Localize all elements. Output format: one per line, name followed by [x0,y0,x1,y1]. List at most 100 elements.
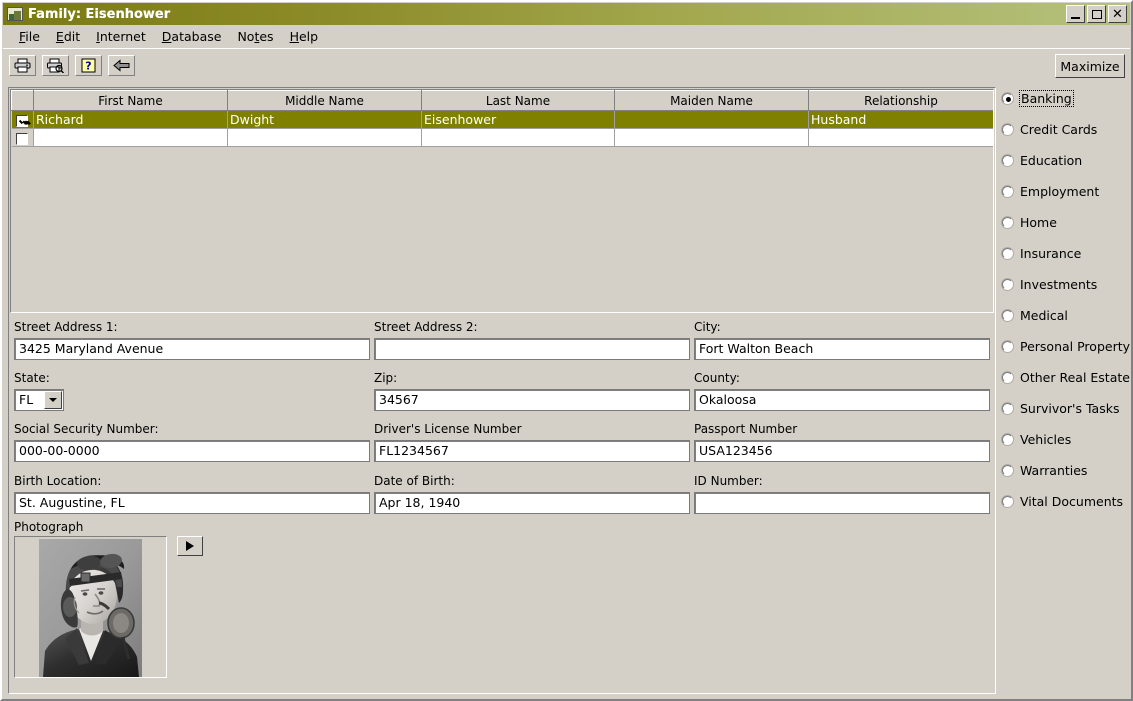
print-preview-icon [47,58,64,73]
radio-icon[interactable] [1002,371,1013,383]
street-address-2-label: Street Address 2: [374,320,478,334]
cell-relationship[interactable] [808,128,993,147]
drivers-license-input[interactable]: FL1234567 [374,440,690,462]
menu-file-rest: ile [25,28,40,44]
cell-middle-name[interactable]: Dwight [227,110,422,129]
radio-icon[interactable] [1002,402,1013,414]
cell-last-name[interactable]: Eisenhower [421,110,615,129]
category-credit-cards[interactable]: Credit Cards [1002,121,1132,137]
column-header-maiden-name[interactable]: Maiden Name [614,90,809,111]
id-number-input[interactable] [694,492,990,514]
column-header-relationship[interactable]: Relationship [808,90,993,111]
family-members-table: First Name Middle Name Last Name Maiden … [11,90,993,165]
menu-internet[interactable]: Internet [88,27,154,46]
birth-location-input[interactable]: St. Augustine, FL [14,492,370,514]
cell-last-name[interactable] [421,128,615,147]
print-button[interactable] [9,54,36,76]
county-input[interactable]: Okaloosa [694,389,990,411]
row-checkbox[interactable] [16,132,29,145]
window-title: Family: Eisenhower [28,6,171,22]
street-address-2-input[interactable] [374,338,690,360]
select-all-header[interactable] [11,90,34,111]
table-row[interactable]: Richard Dwight Eisenhower Husband [11,110,993,129]
radio-icon[interactable] [1002,278,1013,290]
maximize-icon [1091,9,1102,19]
radio-icon[interactable] [1002,154,1013,166]
social-security-number-label: Social Security Number: [14,422,159,436]
menu-help[interactable]: Help [282,27,327,46]
minimize-button[interactable] [1066,5,1085,23]
category-banking[interactable]: Banking [1002,89,1132,107]
title-bar: Family: Eisenhower ✕ [3,3,1130,25]
maximize-restore-button[interactable] [1087,5,1106,23]
menu-internet-rest: nternet [99,28,146,44]
cell-maiden-name[interactable] [614,110,809,129]
menu-edit-rest: dit [63,28,81,44]
category-vehicles[interactable]: Vehicles [1002,431,1132,447]
city-label: City: [694,320,721,334]
family-members-grid[interactable]: First Name Middle Name Last Name Maiden … [10,89,994,313]
county-label: County: [694,371,740,385]
chevron-down-icon[interactable] [44,391,62,409]
maximize-view-button[interactable]: Maximize [1055,54,1125,78]
city-input[interactable]: Fort Walton Beach [694,338,990,360]
row-checkbox-cell[interactable] [11,110,34,129]
radio-icon[interactable] [1002,340,1013,352]
radio-icon[interactable] [1002,216,1013,228]
cell-middle-name[interactable] [227,128,422,147]
radio-icon[interactable] [1002,247,1013,259]
category-home[interactable]: Home [1002,214,1132,230]
zip-input[interactable]: 34567 [374,389,690,411]
photograph-next-button[interactable] [177,536,203,556]
category-personal-property[interactable]: Personal Property [1002,338,1132,354]
cell-relationship[interactable]: Husband [808,110,993,129]
state-select[interactable]: FL [14,389,64,411]
category-survivors-tasks[interactable]: Survivor's Tasks [1002,400,1132,416]
cell-maiden-name[interactable] [614,128,809,147]
close-button[interactable]: ✕ [1108,5,1127,23]
radio-icon[interactable] [1002,92,1013,104]
radio-icon[interactable] [1002,309,1013,321]
street-address-1-input[interactable]: 3425 Maryland Avenue [14,338,370,360]
category-insurance[interactable]: Insurance [1002,245,1132,261]
pilot-portrait-svg [39,539,142,677]
photograph-frame[interactable] [14,536,167,678]
column-header-last-name[interactable]: Last Name [421,90,615,111]
radio-icon[interactable] [1002,464,1013,476]
category-employment[interactable]: Employment [1002,183,1132,199]
radio-icon[interactable] [1002,185,1013,197]
category-medical[interactable]: Medical [1002,307,1132,323]
radio-icon[interactable] [1002,495,1013,507]
social-security-number-input[interactable]: 000-00-0000 [14,440,370,462]
table-row[interactable] [11,128,993,147]
help-button[interactable]: ? [75,54,102,76]
category-investments[interactable]: Investments [1002,276,1132,292]
application-window: Family: Eisenhower ✕ File Edit Internet … [0,0,1133,701]
radio-icon[interactable] [1002,433,1013,445]
category-label: Home [1020,214,1057,230]
passport-number-input[interactable]: USA123456 [694,440,990,462]
printer-icon [14,58,31,73]
row-checkbox-cell[interactable] [11,128,34,147]
column-header-middle-name[interactable]: Middle Name [227,90,422,111]
category-other-real-estate[interactable]: Other Real Estate [1002,369,1132,385]
close-icon: ✕ [1112,6,1123,22]
menu-notes[interactable]: Notes [229,27,281,46]
cell-first-name[interactable]: Richard [33,110,228,129]
date-of-birth-input[interactable]: Apr 18, 1940 [374,492,690,514]
back-button[interactable] [108,54,135,76]
category-vital-documents[interactable]: Vital Documents [1002,493,1132,509]
category-warranties[interactable]: Warranties [1002,462,1132,478]
row-checkbox[interactable] [16,114,29,127]
cell-first-name[interactable] [33,128,228,147]
column-header-first-name[interactable]: First Name [33,90,228,111]
menu-file[interactable]: File [11,27,48,46]
category-education[interactable]: Education [1002,152,1132,168]
radio-icon[interactable] [1002,123,1013,135]
menu-help-rest: elp [298,28,319,44]
menu-edit[interactable]: Edit [48,27,88,46]
print-preview-button[interactable] [42,54,69,76]
menu-database[interactable]: Database [154,27,230,46]
state-label: State: [14,371,50,385]
id-number-label: ID Number: [694,474,763,488]
